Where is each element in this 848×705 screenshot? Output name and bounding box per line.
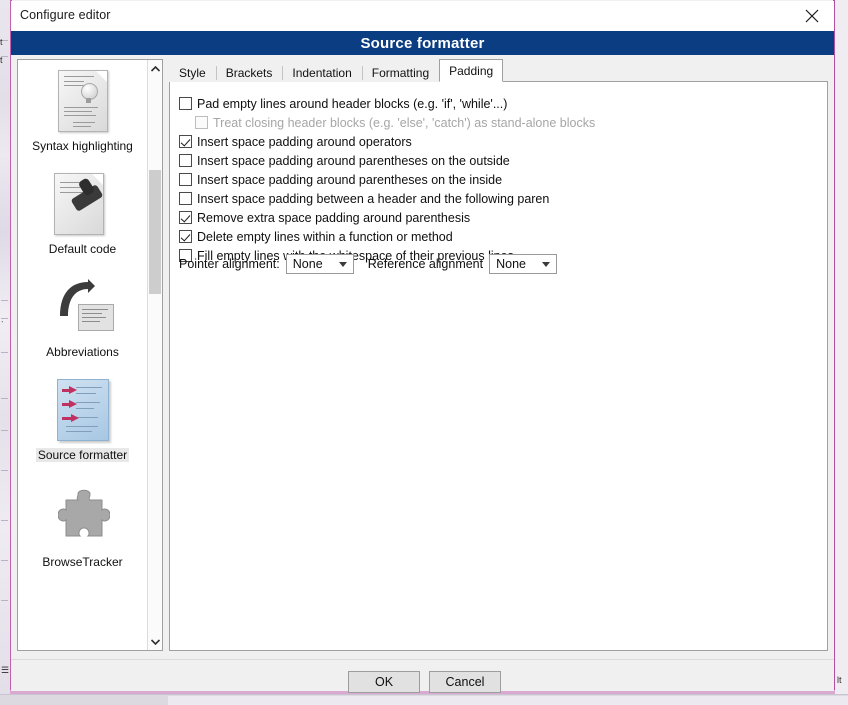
checkbox-box[interactable] <box>179 135 192 148</box>
sidebar-item-abbreviations[interactable]: Abbreviations <box>18 274 147 359</box>
syntax-highlighting-icon <box>48 68 118 136</box>
pointer-alignment-select[interactable]: None <box>285 254 354 274</box>
checkbox-pad-empty-lines-header-blocks[interactable]: Pad empty lines around header blocks (e.… <box>179 94 507 113</box>
cancel-button-label: Cancel <box>445 675 485 689</box>
sidebar-scrollbar[interactable] <box>147 60 162 650</box>
sidebar-scrollbar-thumb[interactable] <box>149 170 161 294</box>
sidebar-item-label: Syntax highlighting <box>32 139 133 153</box>
pointer-alignment-label: Pointer alignment: <box>179 257 280 271</box>
background-bottom-inner <box>168 696 848 705</box>
padding-tab-content: Pad empty lines around header blocks (e.… <box>169 81 828 651</box>
close-x-icon[interactable] <box>790 1 834 31</box>
sidebar-item-label: BrowseTracker <box>42 555 123 569</box>
sidebar-scrollport: Syntax highlighting Default code Abbrevi… <box>18 60 147 650</box>
source-formatter-icon <box>48 377 118 445</box>
tab-label: Brackets <box>225 65 273 80</box>
checkbox-box[interactable] <box>179 192 192 205</box>
checkbox-insert-space-padding-operators[interactable]: Insert space padding around operators <box>179 132 412 151</box>
checkbox-label: Treat closing header blocks (e.g. 'else'… <box>213 115 596 130</box>
background-glyph-4: ☰ <box>1 665 10 675</box>
background-glyph-right: lt <box>837 675 842 685</box>
desktop-background: t t ᐧ ☰ lt Configure editor Source forma… <box>0 0 848 705</box>
tab-label: Style <box>179 65 206 80</box>
tab-style[interactable]: Style <box>169 62 216 82</box>
background-glyph-3: ᐧ <box>1 317 4 327</box>
tab-indentation[interactable]: Indentation <box>282 62 362 82</box>
tab-formatting[interactable]: Formatting <box>361 62 440 82</box>
ok-button-label: OK <box>374 675 394 689</box>
background-glyph-1: t <box>0 37 3 47</box>
chevron-down-icon <box>338 262 347 267</box>
sidebar-item-label: Source formatter <box>35 448 130 462</box>
checkbox-padding-parentheses-outside[interactable]: Insert space padding around parentheses … <box>179 151 510 170</box>
tab-label: Formatting <box>371 65 430 80</box>
checkbox-label: Remove extra space padding around parent… <box>197 210 471 225</box>
checkbox-label: Insert space padding around parentheses … <box>197 172 503 187</box>
checkbox-box <box>195 116 208 129</box>
settings-category-list[interactable]: Syntax highlighting Default code Abbrevi… <box>17 59 163 651</box>
checkbox-box[interactable] <box>179 211 192 224</box>
checkbox-treat-closing-header-blocks: Treat closing header blocks (e.g. 'else'… <box>195 113 595 132</box>
checkbox-box[interactable] <box>179 97 192 110</box>
tab-brackets[interactable]: Brackets <box>215 62 283 82</box>
checkbox-box[interactable] <box>179 230 192 243</box>
reference-alignment-value: None <box>496 257 527 271</box>
cancel-button[interactable]: Cancel <box>429 671 501 693</box>
checkbox-box[interactable] <box>179 173 192 186</box>
checkbox-remove-extra-space-padding[interactable]: Remove extra space padding around parent… <box>179 208 470 227</box>
pointer-alignment-value: None <box>292 257 323 271</box>
window-title: Configure editor <box>20 8 111 22</box>
title-bar: Configure editor <box>11 1 834 31</box>
chevron-up-icon[interactable] <box>148 60 162 77</box>
checkbox-padding-parentheses-inside[interactable]: Insert space padding around parentheses … <box>179 170 502 189</box>
tab-label: Padding <box>449 63 494 78</box>
chevron-down-icon <box>542 262 551 267</box>
sidebar-item-syntax-highlighting[interactable]: Syntax highlighting <box>18 68 147 153</box>
tab-label: Indentation <box>292 65 352 80</box>
sidebar-item-label: Default code <box>48 242 117 256</box>
checkbox-label: Insert space padding between a header an… <box>197 191 550 206</box>
ok-button[interactable]: OK <box>348 671 420 693</box>
tab-padding[interactable]: Padding <box>439 59 504 82</box>
checkbox-label: Delete empty lines within a function or … <box>197 229 453 244</box>
reference-alignment-label: Reference alignment <box>367 257 484 271</box>
dialog-body: Syntax highlighting Default code Abbrevi… <box>11 55 834 659</box>
sidebar-item-source-formatter[interactable]: Source formatter <box>18 377 147 462</box>
background-left-strip: t t ᐧ ☰ <box>0 0 10 705</box>
sidebar-item-browsetracker[interactable]: BrowseTracker <box>18 484 147 569</box>
chevron-down-icon[interactable] <box>148 633 162 650</box>
abbreviations-arrow-icon <box>48 274 118 342</box>
checkbox-delete-empty-lines-function[interactable]: Delete empty lines within a function or … <box>179 227 453 246</box>
sidebar-item-label: Abbreviations <box>46 345 119 359</box>
banner-title: Source formatter <box>360 34 485 52</box>
checkbox-padding-header-following-paren[interactable]: Insert space padding between a header an… <box>179 189 549 208</box>
checkbox-box[interactable] <box>179 154 192 167</box>
alignment-row: Pointer alignment: None Reference alignm… <box>179 253 558 275</box>
dialog-banner: Source formatter <box>11 31 834 55</box>
checkbox-label: Insert space padding around parentheses … <box>197 153 510 168</box>
background-glyph-2: t <box>0 55 3 65</box>
checkbox-label: Pad empty lines around header blocks (e.… <box>197 96 508 111</box>
dialog-footer: OK Cancel <box>11 659 834 693</box>
reference-alignment-select[interactable]: None <box>489 254 558 274</box>
tab-strip: Style Brackets Indentation Formatting Pa… <box>169 59 504 82</box>
default-code-stamp-icon <box>48 171 118 239</box>
sidebar-item-default-code[interactable]: Default code <box>18 171 147 256</box>
settings-tab-panel: Style Brackets Indentation Formatting Pa… <box>169 59 828 651</box>
browsetracker-puzzle-icon <box>48 484 118 552</box>
checkbox-label: Insert space padding around operators <box>197 134 412 149</box>
